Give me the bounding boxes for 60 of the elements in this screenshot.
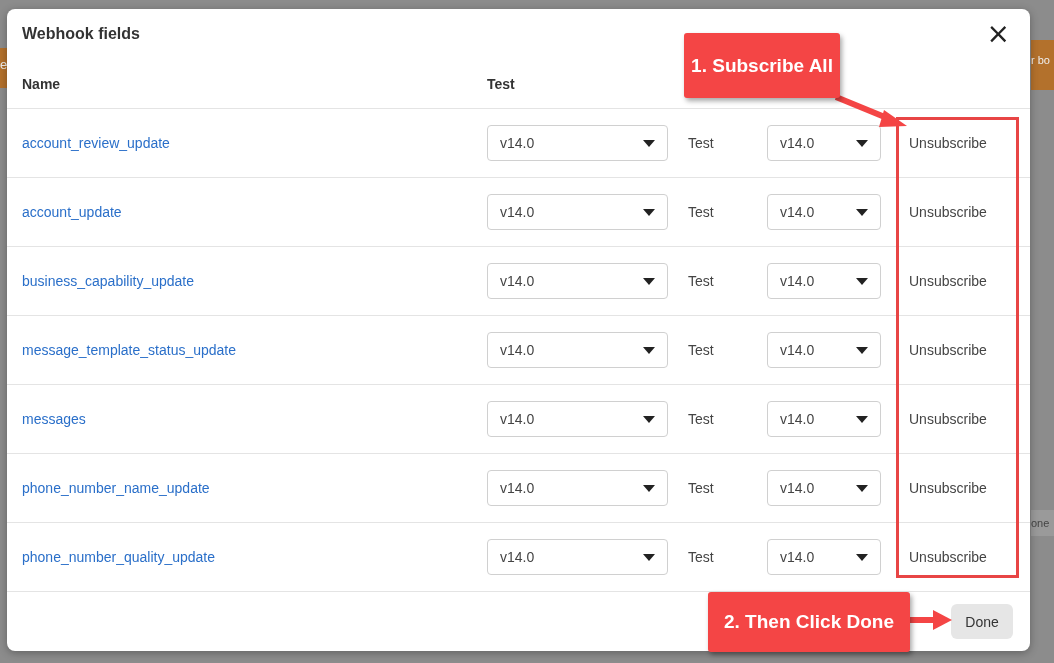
caret-icon	[643, 553, 655, 561]
test-link[interactable]: Test	[688, 480, 767, 496]
field-link[interactable]: phone_number_quality_update	[22, 549, 216, 565]
test-link[interactable]: Test	[688, 204, 767, 220]
callout-label: 1. Subscribe All	[684, 33, 840, 98]
version-dropdown[interactable]: v14.0	[767, 470, 881, 506]
arrow	[910, 610, 952, 630]
caret-icon	[643, 484, 655, 492]
version-dropdown[interactable]: v14.0	[487, 125, 668, 161]
field-link[interactable]: business_capability_update	[22, 273, 194, 289]
version-dropdown[interactable]: v14.0	[487, 470, 668, 506]
caret-icon	[643, 139, 655, 147]
unsubscribe-link[interactable]: Unsubscribe	[909, 411, 1030, 427]
caret-icon	[643, 415, 655, 423]
banner-text: e	[0, 48, 7, 88]
field-link[interactable]: account_review_update	[22, 135, 170, 151]
test-link[interactable]: Test	[688, 411, 767, 427]
unsubscribe-link[interactable]: Unsubscribe	[909, 549, 1030, 565]
caret-icon	[856, 415, 868, 423]
dialog-title: Webhook fields	[22, 25, 140, 43]
version-dropdown[interactable]: v14.0	[767, 263, 881, 299]
version-dropdown[interactable]: v14.0	[767, 332, 881, 368]
test-link[interactable]: Test	[688, 135, 767, 151]
test-link[interactable]: Test	[688, 549, 767, 565]
unsubscribe-link[interactable]: Unsubscribe	[909, 135, 1030, 151]
done-button[interactable]: Done	[951, 604, 1013, 639]
caret-icon	[643, 208, 655, 216]
field-link[interactable]: messages	[22, 411, 86, 427]
unsubscribe-link[interactable]: Unsubscribe	[909, 204, 1030, 220]
version-dropdown[interactable]: v14.0	[487, 539, 668, 575]
version-dropdown[interactable]: v14.0	[487, 263, 668, 299]
caret-icon	[856, 553, 868, 561]
version-dropdown[interactable]: v14.0	[487, 194, 668, 230]
version-dropdown[interactable]: v14.0	[487, 332, 668, 368]
caret-icon	[856, 139, 868, 147]
unsubscribe-link[interactable]: Unsubscribe	[909, 480, 1030, 496]
caret-icon	[856, 208, 868, 216]
field-link[interactable]: message_template_status_update	[22, 342, 237, 358]
test-link[interactable]: Test	[688, 342, 767, 358]
close-button[interactable]: ×	[986, 20, 1010, 48]
caret-icon	[856, 346, 868, 354]
caret-icon	[643, 277, 655, 285]
callout-label: 2. Then Click Done	[708, 592, 910, 652]
unsubscribe-link[interactable]: Unsubscribe	[909, 342, 1030, 358]
caret-icon	[856, 277, 868, 285]
field-link[interactable]: account_update	[22, 204, 122, 220]
caret-icon	[643, 346, 655, 354]
banner-text: r bo	[1031, 40, 1054, 90]
version-dropdown[interactable]: v14.0	[487, 401, 668, 437]
caret-icon	[856, 484, 868, 492]
column-header: Test	[487, 75, 516, 92]
version-dropdown[interactable]: v14.0	[767, 401, 881, 437]
field-link[interactable]: phone_number_name_update	[22, 480, 210, 496]
version-dropdown[interactable]: v14.0	[767, 539, 881, 575]
column-header: Name	[22, 75, 62, 92]
unsubscribe-link[interactable]: Unsubscribe	[909, 273, 1030, 289]
background-text: one	[1031, 510, 1054, 536]
version-dropdown[interactable]: v14.0	[767, 125, 881, 161]
test-link[interactable]: Test	[688, 273, 767, 289]
version-dropdown[interactable]: v14.0	[767, 194, 881, 230]
